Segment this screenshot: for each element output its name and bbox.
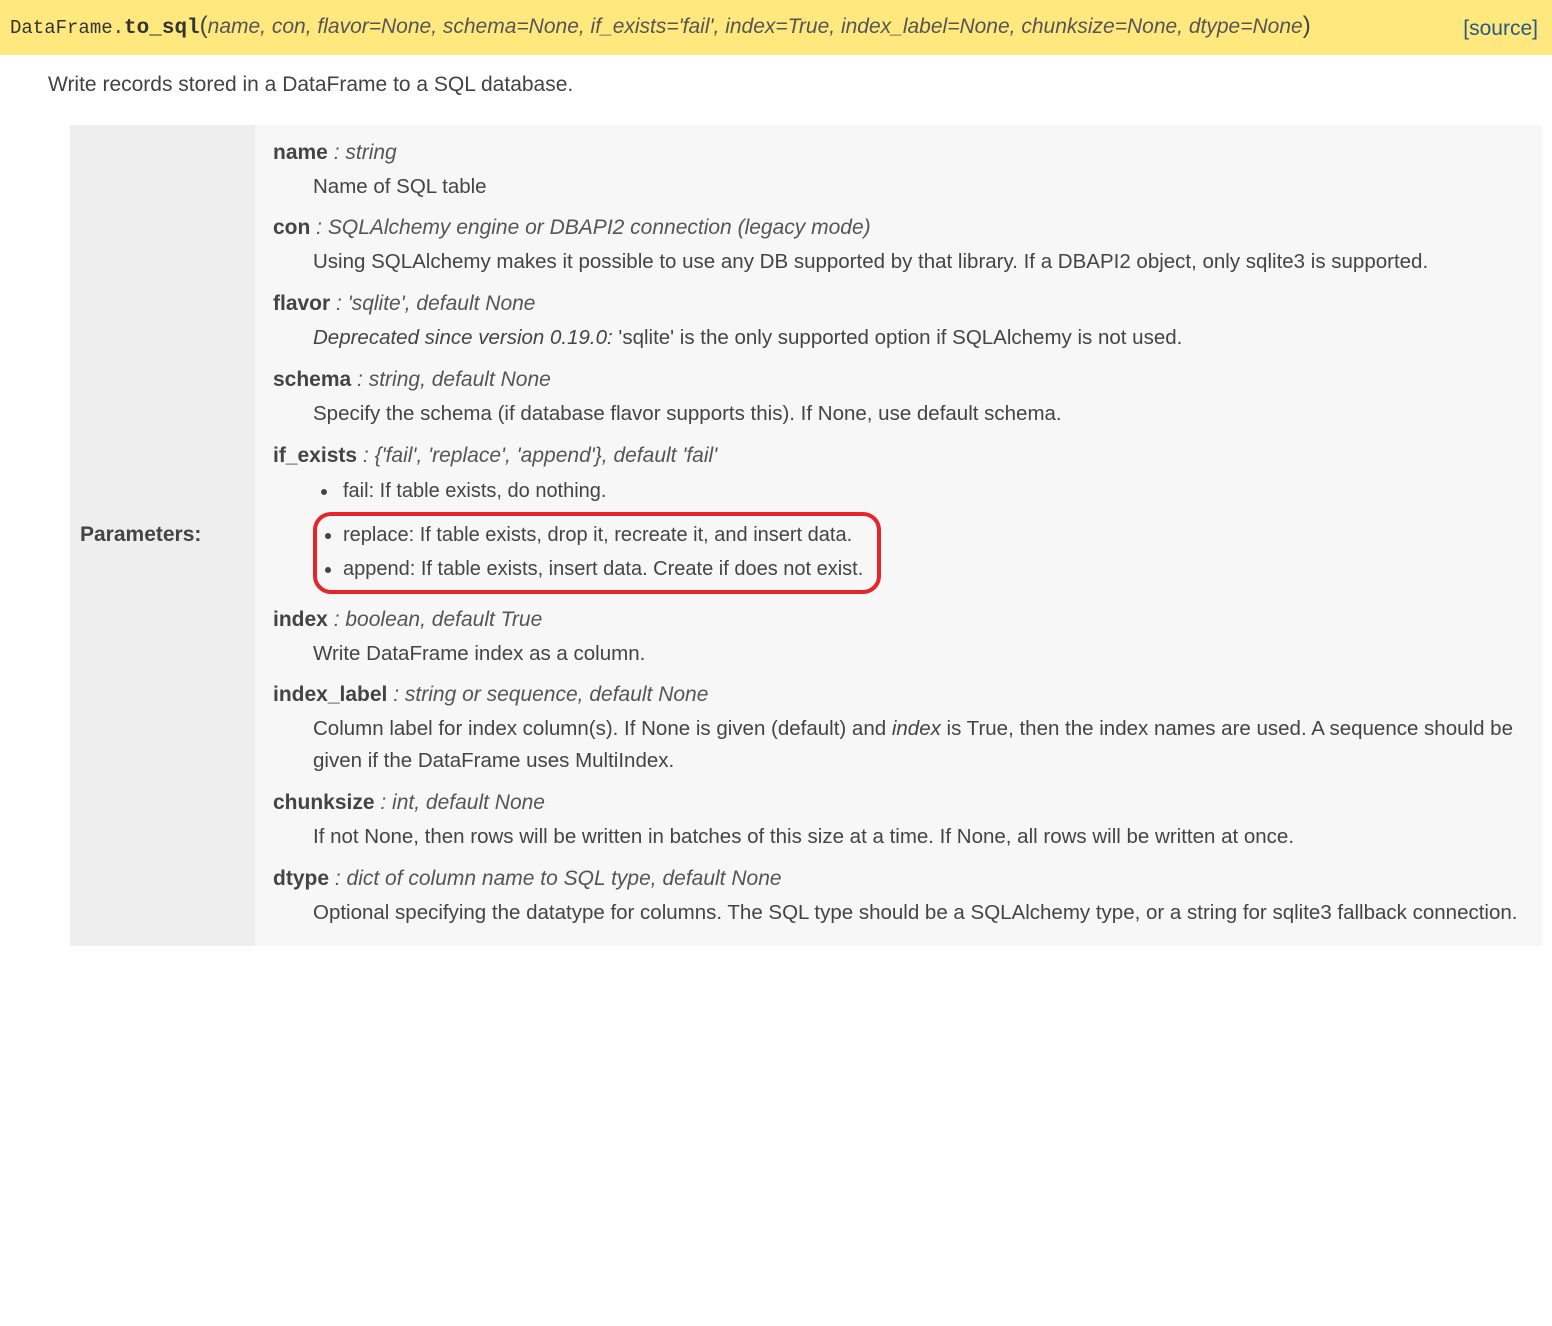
- param-desc: Deprecated since version 0.19.0: 'sqlite…: [313, 322, 1524, 354]
- param-chunksize: chunksize : int, default None If not Non…: [273, 791, 1524, 853]
- parameters-table: Parameters: name : string Name of SQL ta…: [70, 125, 1542, 947]
- method-description: Write records stored in a DataFrame to a…: [0, 55, 1552, 125]
- method-signature: DataFrame.to_sql(name, con, flavor=None,…: [0, 0, 1552, 55]
- param-name: name : string Name of SQL table: [273, 141, 1524, 203]
- option-replace: replace: If table exists, drop it, recre…: [343, 518, 863, 552]
- options-list: fail: If table exists, do nothing.: [313, 474, 1524, 508]
- param-dtype: dtype : dict of column name to SQL type,…: [273, 867, 1524, 929]
- param-label: schema: [273, 368, 351, 391]
- highlighted-options: replace: If table exists, drop it, recre…: [313, 512, 881, 594]
- param-label: flavor: [273, 292, 330, 315]
- param-label: index_label: [273, 683, 387, 706]
- source-link[interactable]: [source]: [1463, 13, 1538, 45]
- param-flavor: flavor : 'sqlite', default None Deprecat…: [273, 292, 1524, 354]
- param-con: con : SQLAlchemy engine or DBAPI2 connec…: [273, 216, 1524, 278]
- parameters-heading: Parameters:: [80, 523, 201, 547]
- param-index: index : boolean, default True Write Data…: [273, 608, 1524, 670]
- param-type: : dict of column name to SQL type, defau…: [329, 867, 782, 890]
- param-if-exists: if_exists : {'fail', 'replace', 'append'…: [273, 444, 1524, 594]
- param-type: : boolean, default True: [328, 608, 542, 631]
- class-prefix: DataFrame.: [10, 17, 124, 39]
- desc-text: Column label for index column(s). If Non…: [313, 717, 892, 740]
- param-desc: Write DataFrame index as a column.: [313, 638, 1524, 670]
- italic-index: index: [892, 717, 941, 740]
- param-label: chunksize: [273, 791, 375, 814]
- param-type: : int, default None: [375, 791, 545, 814]
- param-desc: If not None, then rows will be written i…: [313, 821, 1524, 853]
- param-schema: schema : string, default None Specify th…: [273, 368, 1524, 430]
- param-label: dtype: [273, 867, 329, 890]
- param-label: index: [273, 608, 328, 631]
- option-append: append: If table exists, insert data. Cr…: [343, 552, 863, 586]
- param-label: con: [273, 216, 310, 239]
- param-label: if_exists: [273, 444, 357, 467]
- param-type: : {'fail', 'replace', 'append'}, default…: [357, 444, 717, 467]
- signature-params: name, con, flavor=None, schema=None, if_…: [208, 15, 1303, 38]
- param-type: : string or sequence, default None: [387, 683, 708, 706]
- method-name: to_sql: [124, 17, 200, 40]
- param-type: : SQLAlchemy engine or DBAPI2 connection…: [310, 216, 870, 239]
- deprecated-note: Deprecated since version 0.19.0:: [313, 326, 618, 349]
- param-desc: Specify the schema (if database flavor s…: [313, 398, 1524, 430]
- param-type: : string, default None: [351, 368, 551, 391]
- param-desc: Name of SQL table: [313, 171, 1524, 203]
- open-paren: (: [200, 12, 208, 39]
- param-type: : string: [328, 141, 397, 164]
- parameters-label-cell: Parameters:: [70, 125, 255, 947]
- param-label: name: [273, 141, 328, 164]
- param-desc: Using SQLAlchemy makes it possible to us…: [313, 246, 1524, 278]
- option-fail: fail: If table exists, do nothing.: [339, 474, 1524, 508]
- options-list-highlighted: replace: If table exists, drop it, recre…: [317, 518, 863, 586]
- close-paren: ): [1303, 12, 1311, 39]
- parameters-body: name : string Name of SQL table con : SQ…: [255, 125, 1542, 947]
- param-type: : 'sqlite', default None: [330, 292, 535, 315]
- param-desc-text: 'sqlite' is the only supported option if…: [618, 326, 1182, 349]
- param-desc: Column label for index column(s). If Non…: [313, 713, 1524, 777]
- param-index-label: index_label : string or sequence, defaul…: [273, 683, 1524, 777]
- param-desc: Optional specifying the datatype for col…: [313, 897, 1524, 929]
